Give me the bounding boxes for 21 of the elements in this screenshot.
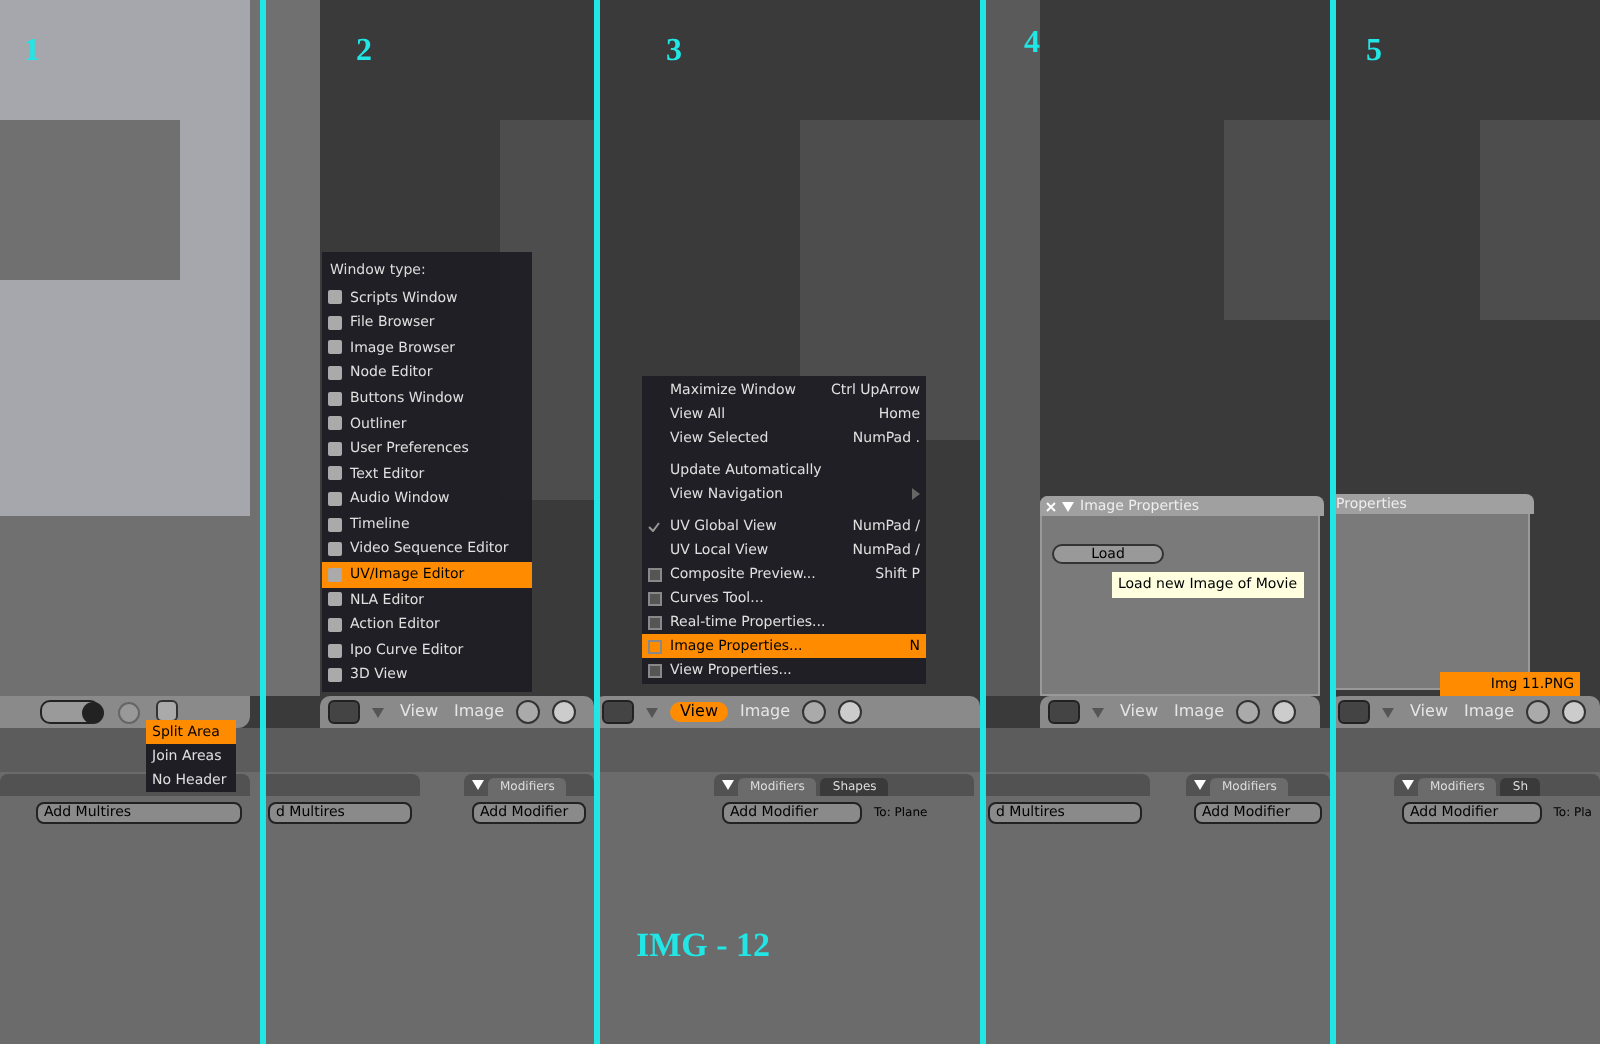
view-menu[interactable]: View <box>670 702 728 722</box>
image-selector-icon[interactable] <box>802 700 827 724</box>
editor-type-icon[interactable] <box>328 700 360 724</box>
editor-type-icon[interactable] <box>1338 700 1370 724</box>
step-number: 2 <box>356 32 372 72</box>
collapse-icon[interactable] <box>1194 780 1206 790</box>
step-number: 5 <box>1366 32 1382 72</box>
image-selector-icon[interactable] <box>516 700 541 724</box>
caption: IMG - 12 <box>636 924 771 968</box>
submenu-arrow-icon <box>912 488 920 500</box>
collapse-icon[interactable] <box>1402 780 1414 790</box>
collapse-icon[interactable] <box>722 780 734 790</box>
editor-type-icon[interactable] <box>1048 700 1080 724</box>
close-icon[interactable] <box>1046 501 1056 511</box>
image-selector-icon[interactable] <box>1236 700 1261 724</box>
step-number: 1 <box>24 32 40 72</box>
step-number: 3 <box>666 32 682 72</box>
collapse-icon[interactable] <box>472 780 484 790</box>
step-number: 4 <box>1024 24 1040 64</box>
image-selector-icon[interactable] <box>1526 700 1551 724</box>
editor-type-icon[interactable] <box>602 700 634 724</box>
